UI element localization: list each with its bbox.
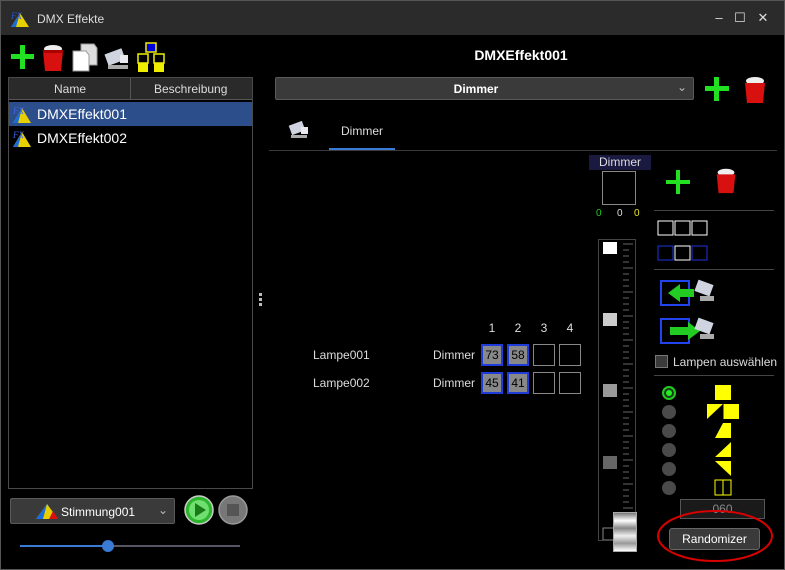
delete-bucket-icon[interactable] xyxy=(38,41,68,73)
channel-cell[interactable]: 73 xyxy=(481,344,503,366)
stop-button[interactable] xyxy=(218,495,248,525)
list-item[interactable]: FX DMXEffekt001 xyxy=(9,102,252,126)
effect-fx-icon: FX xyxy=(12,106,31,123)
pattern-ramp-diag-icon xyxy=(715,442,731,457)
select-lamps-checkbox[interactable] xyxy=(655,355,668,368)
add-icon[interactable] xyxy=(703,75,731,103)
effect-name: DMXEffekt002 xyxy=(37,130,128,146)
divider xyxy=(654,269,774,270)
window-title: DMX Effekte xyxy=(37,12,105,26)
copy-icon[interactable] xyxy=(70,41,100,73)
list-header: Name Beschreibung xyxy=(9,78,252,100)
lamp-name: Lampe001 xyxy=(313,348,370,362)
app-logo-icon: FX xyxy=(10,11,29,27)
fader-ticks xyxy=(602,242,633,540)
channel-cell[interactable]: 45 xyxy=(481,372,503,394)
channel-cell[interactable] xyxy=(559,372,581,394)
slider-handle[interactable] xyxy=(102,540,114,552)
svg-text:FX: FX xyxy=(10,11,22,21)
column-header-name[interactable]: Name xyxy=(54,82,86,96)
channel-header: 1 xyxy=(488,321,496,335)
pattern-radio[interactable] xyxy=(662,462,676,476)
channel-cell[interactable] xyxy=(533,372,555,394)
maximize-button[interactable]: ☐ xyxy=(730,9,750,27)
effect-name: DMXEffekt001 xyxy=(37,106,128,122)
close-button[interactable]: ✕ xyxy=(753,9,773,27)
column-header-description[interactable]: Beschreibung xyxy=(154,82,227,96)
svg-text:FX: FX xyxy=(12,130,24,140)
lamp-name: Lampe002 xyxy=(313,376,370,390)
fader-color-preview xyxy=(602,171,636,205)
fader-value: 0 xyxy=(617,208,623,219)
pattern-bars-icon xyxy=(714,479,732,496)
fader-value: 0 xyxy=(596,208,602,219)
chevron-down-icon: ⌄ xyxy=(157,503,168,517)
move-right-icon[interactable] xyxy=(660,316,720,346)
channel-cell[interactable]: 58 xyxy=(507,344,529,366)
tab-dimmer[interactable]: Dimmer xyxy=(329,117,395,150)
scene-select-value: Stimmung001 xyxy=(61,505,136,519)
play-button[interactable] xyxy=(184,495,214,525)
tab-device-icon[interactable] xyxy=(287,117,311,141)
svg-text:FX: FX xyxy=(12,106,24,116)
minimize-button[interactable]: – xyxy=(709,9,729,27)
channel-header: 4 xyxy=(566,321,574,335)
splitter-handle[interactable] xyxy=(259,293,262,309)
channel-cell[interactable]: 41 xyxy=(507,372,529,394)
lamp-type: Dimmer xyxy=(433,376,475,390)
add-icon[interactable] xyxy=(665,169,691,195)
delete-bucket-icon[interactable] xyxy=(740,73,770,105)
dmx-effects-window: FX DMX Effekte – ☐ ✕ Name Beschreibung F… xyxy=(0,0,785,570)
pattern-radio[interactable] xyxy=(662,386,676,400)
channel-header: 2 xyxy=(514,321,522,335)
tab-divider xyxy=(269,150,777,151)
fader-track[interactable] xyxy=(598,239,637,552)
select-single-icon[interactable] xyxy=(657,245,709,261)
pattern-radio[interactable] xyxy=(662,424,676,438)
pattern-radio[interactable] xyxy=(662,405,676,419)
title-bar: FX DMX Effekte – ☐ ✕ xyxy=(1,1,784,35)
channel-cell[interactable] xyxy=(559,344,581,366)
scene-select[interactable]: Stimmung001 ⌄ xyxy=(10,498,175,524)
highlight-circle xyxy=(657,510,773,562)
delete-bucket-icon[interactable] xyxy=(712,165,740,195)
pattern-solid-icon xyxy=(715,385,731,400)
device-icon[interactable] xyxy=(102,41,132,73)
pattern-ramp-down-icon xyxy=(715,461,731,476)
tab-label: Dimmer xyxy=(341,124,383,138)
list-item[interactable]: FX DMXEffekt002 xyxy=(9,126,252,150)
fader-value: 0 xyxy=(634,208,640,219)
effect-type-select[interactable]: Dimmer ⌄ xyxy=(275,77,694,100)
select-lamps-label: Lampen auswählen xyxy=(673,355,778,369)
scene-icon xyxy=(36,504,58,519)
move-left-icon[interactable] xyxy=(660,278,720,308)
effect-fx-icon: FX xyxy=(12,130,31,147)
fader-handle[interactable] xyxy=(613,512,637,552)
pattern-ramp-up-icon xyxy=(715,423,731,438)
divider xyxy=(654,375,774,376)
divider xyxy=(654,210,774,211)
select-all-icon[interactable] xyxy=(657,220,709,236)
pattern-split-icon xyxy=(707,404,739,419)
add-icon[interactable] xyxy=(8,41,38,73)
grid-icon[interactable] xyxy=(136,41,166,73)
chevron-down-icon: ⌄ xyxy=(676,80,687,94)
lamp-type: Dimmer xyxy=(433,348,475,362)
pattern-radio[interactable] xyxy=(662,443,676,457)
fader-title: Dimmer xyxy=(589,155,651,170)
channel-cell[interactable] xyxy=(533,344,555,366)
channel-header: 3 xyxy=(540,321,548,335)
effect-type-value: Dimmer xyxy=(453,82,499,96)
effect-list: Name Beschreibung FX DMXEffekt001 FX DMX… xyxy=(8,77,253,489)
speed-slider[interactable] xyxy=(20,540,240,552)
pattern-radio[interactable] xyxy=(662,481,676,495)
effect-title: DMXEffekt001 xyxy=(474,47,568,63)
